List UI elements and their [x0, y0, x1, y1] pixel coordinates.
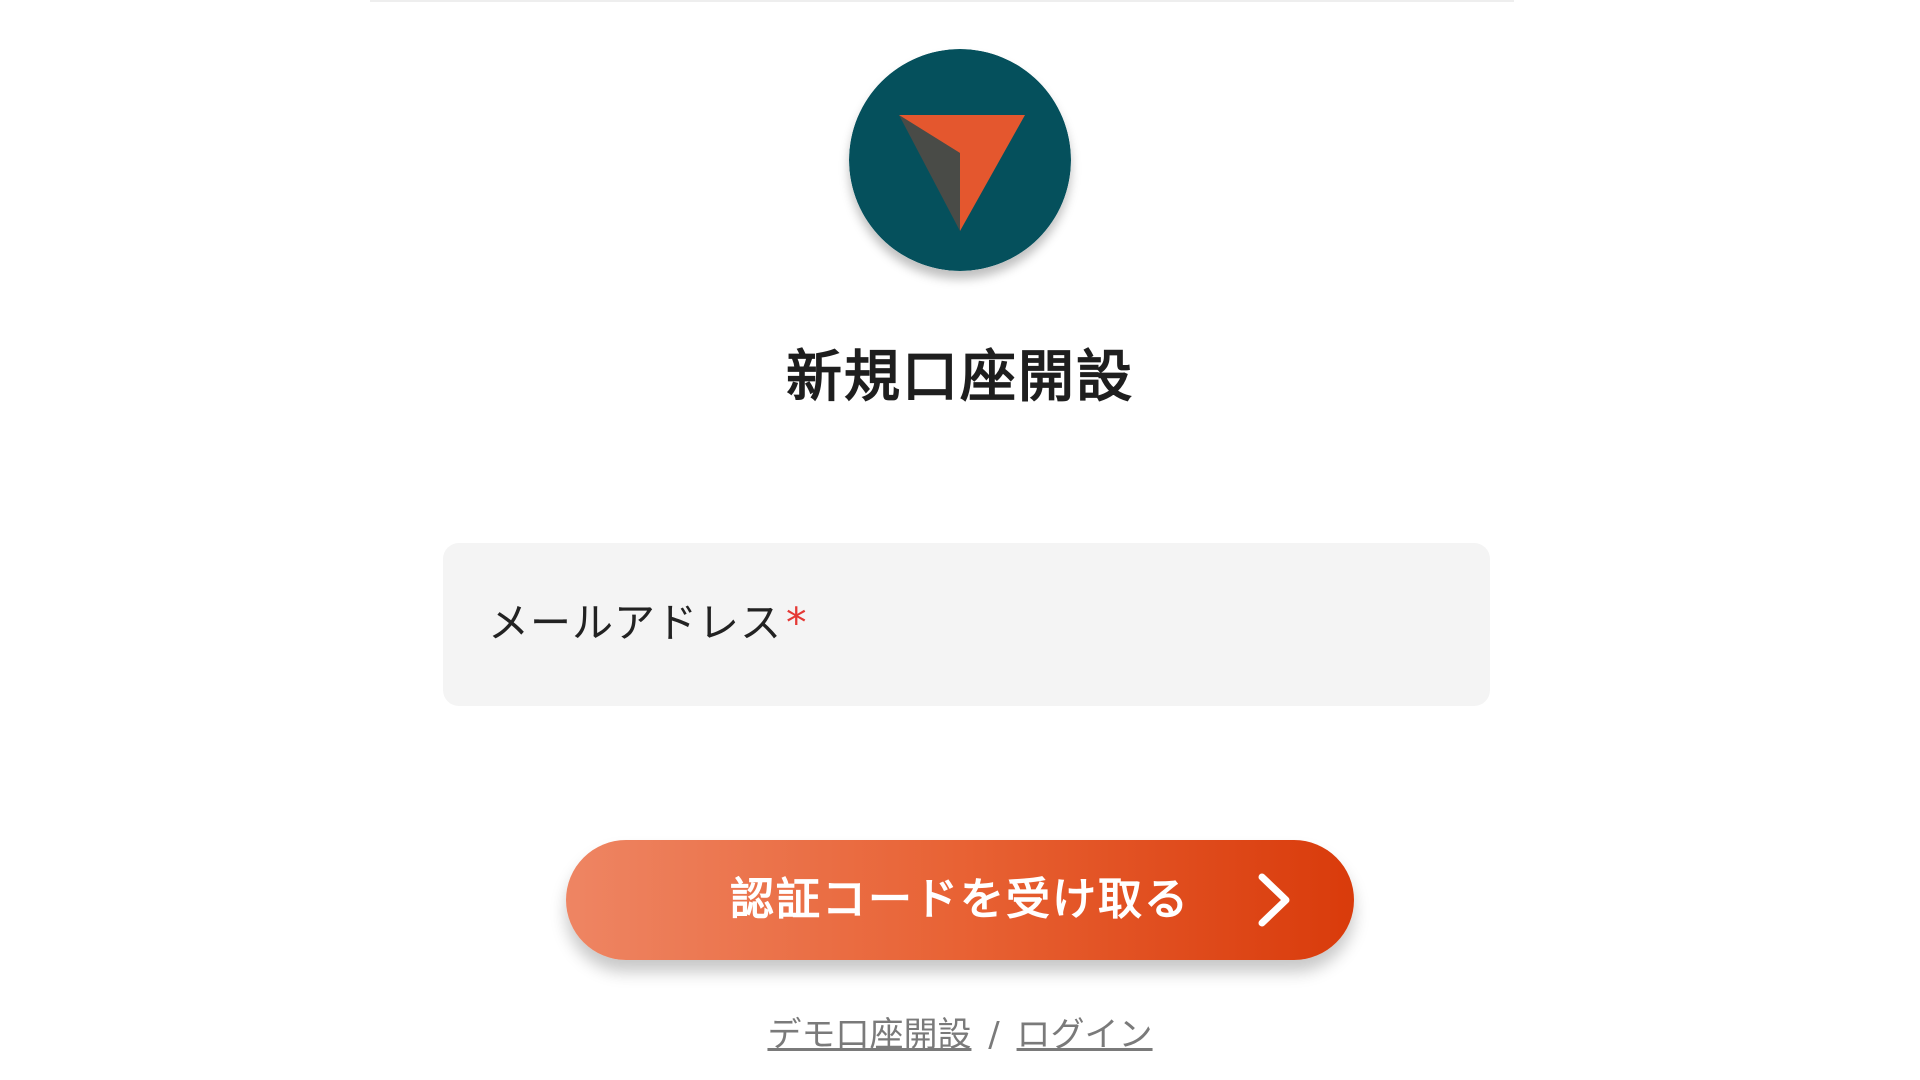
signup-page: 新規口座開設 メールアドレス* 認証コードを受け取る デモ口座開設 / ログイン: [0, 0, 1920, 1080]
email-field[interactable]: メールアドレス*: [443, 543, 1490, 706]
page-title: 新規口座開設: [786, 345, 1134, 410]
receive-code-button[interactable]: 認証コードを受け取る: [566, 840, 1354, 960]
chevron-right-icon: [1256, 872, 1292, 928]
email-input[interactable]: [443, 543, 1490, 706]
login-link[interactable]: ログイン: [1017, 1015, 1153, 1055]
demo-account-link[interactable]: デモ口座開設: [767, 1015, 971, 1055]
receive-code-button-label: 認証コードを受け取る: [730, 875, 1190, 924]
footer-separator: /: [988, 1015, 1000, 1055]
footer-links: デモ口座開設 / ログイン: [0, 1010, 1920, 1060]
brand-logo: [849, 49, 1071, 271]
top-divider: [370, 0, 1514, 2]
send-arrow-logo-icon: [849, 49, 1071, 271]
